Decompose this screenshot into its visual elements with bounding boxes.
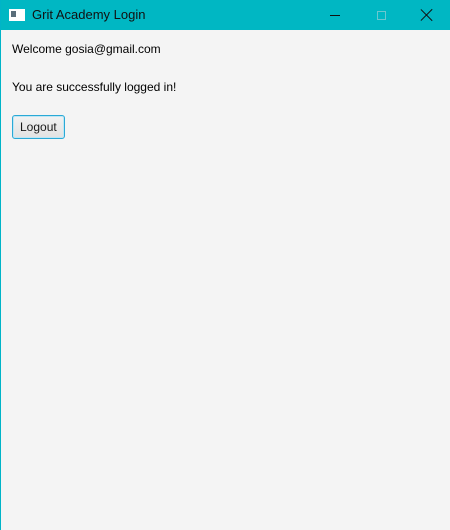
minimize-icon bbox=[330, 14, 340, 16]
status-message: You are successfully logged in! bbox=[12, 80, 177, 94]
welcome-label: Welcome gosia@gmail.com bbox=[12, 42, 161, 56]
window-controls bbox=[312, 0, 450, 30]
close-icon bbox=[421, 9, 433, 21]
logout-button[interactable]: Logout bbox=[12, 115, 65, 139]
minimize-button[interactable] bbox=[312, 0, 358, 30]
title-bar[interactable]: Grit Academy Login bbox=[1, 0, 450, 30]
close-button[interactable] bbox=[404, 0, 450, 30]
app-window: Grit Academy Login Welcome gosia@gmail.c… bbox=[0, 0, 450, 530]
window-title: Grit Academy Login bbox=[32, 7, 146, 22]
maximize-button[interactable] bbox=[358, 0, 404, 30]
app-icon bbox=[9, 9, 25, 21]
maximize-icon bbox=[376, 10, 386, 20]
